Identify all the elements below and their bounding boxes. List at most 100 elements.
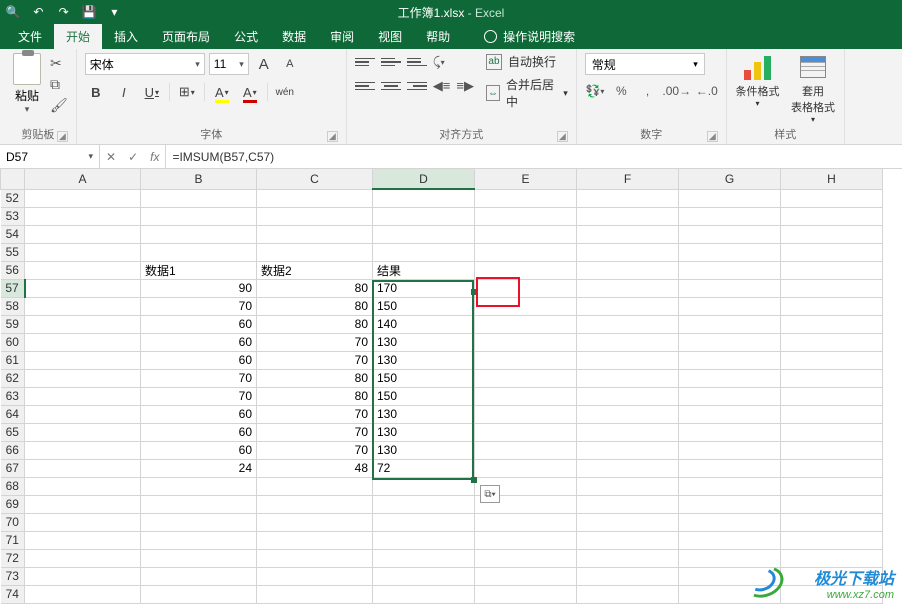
cell-F61[interactable] xyxy=(577,351,679,369)
cell-G68[interactable] xyxy=(679,477,781,495)
tab-data[interactable]: 数据 xyxy=(270,24,318,49)
cell-B54[interactable] xyxy=(141,225,257,243)
row-header-73[interactable]: 73 xyxy=(1,567,25,585)
cell-E62[interactable] xyxy=(475,369,577,387)
phonetic-button[interactable]: wén xyxy=(274,81,296,103)
cell-C64[interactable]: 70 xyxy=(257,405,373,423)
paste-button[interactable]: 粘贴 ▾ xyxy=(8,53,46,115)
cell-B59[interactable]: 60 xyxy=(141,315,257,333)
tab-file[interactable]: 文件 xyxy=(6,24,54,49)
row-header-63[interactable]: 63 xyxy=(1,387,25,405)
format-painter-icon[interactable]: 🖌 xyxy=(50,97,68,114)
copy-icon[interactable]: ⧉ xyxy=(50,76,68,93)
column-header-C[interactable]: C xyxy=(257,169,373,189)
cell-F64[interactable] xyxy=(577,405,679,423)
cell-H64[interactable] xyxy=(781,405,883,423)
cell-B66[interactable]: 60 xyxy=(141,441,257,459)
cell-A66[interactable] xyxy=(25,441,141,459)
tell-me[interactable]: 操作说明搜索 xyxy=(474,24,585,49)
cell-G61[interactable] xyxy=(679,351,781,369)
row-header-67[interactable]: 67 xyxy=(1,459,25,477)
cell-H57[interactable] xyxy=(781,279,883,297)
cell-D55[interactable] xyxy=(373,243,475,261)
cell-H56[interactable] xyxy=(781,261,883,279)
cell-A53[interactable] xyxy=(25,207,141,225)
cell-C73[interactable] xyxy=(257,567,373,585)
tab-help[interactable]: 帮助 xyxy=(414,24,462,49)
cell-A71[interactable] xyxy=(25,531,141,549)
qat-redo-icon[interactable]: ↷ xyxy=(55,3,73,21)
cell-G62[interactable] xyxy=(679,369,781,387)
cell-A65[interactable] xyxy=(25,423,141,441)
row-header-59[interactable]: 59 xyxy=(1,315,25,333)
enter-formula-icon[interactable]: ✓ xyxy=(128,150,138,164)
cell-B67[interactable]: 24 xyxy=(141,459,257,477)
cell-D60[interactable]: 130 xyxy=(373,333,475,351)
row-header-68[interactable]: 68 xyxy=(1,477,25,495)
row-header-64[interactable]: 64 xyxy=(1,405,25,423)
cell-H61[interactable] xyxy=(781,351,883,369)
tab-view[interactable]: 视图 xyxy=(366,24,414,49)
increase-indent-icon[interactable]: ≡▶ xyxy=(456,77,474,95)
cell-A62[interactable] xyxy=(25,369,141,387)
cell-A54[interactable] xyxy=(25,225,141,243)
cell-H66[interactable] xyxy=(781,441,883,459)
row-header-58[interactable]: 58 xyxy=(1,297,25,315)
row-header-74[interactable]: 74 xyxy=(1,585,25,603)
cell-F59[interactable] xyxy=(577,315,679,333)
cell-C59[interactable]: 80 xyxy=(257,315,373,333)
cell-D54[interactable] xyxy=(373,225,475,243)
cell-A70[interactable] xyxy=(25,513,141,531)
cell-F62[interactable] xyxy=(577,369,679,387)
cell-B73[interactable] xyxy=(141,567,257,585)
cell-H60[interactable] xyxy=(781,333,883,351)
align-center-icon[interactable] xyxy=(381,77,401,95)
cell-E73[interactable] xyxy=(475,567,577,585)
tab-insert[interactable]: 插入 xyxy=(102,24,150,49)
cell-D71[interactable] xyxy=(373,531,475,549)
cell-D67[interactable]: 72 xyxy=(373,459,475,477)
cell-D68[interactable] xyxy=(373,477,475,495)
column-header-B[interactable]: B xyxy=(141,169,257,189)
cell-F52[interactable] xyxy=(577,189,679,207)
cell-F70[interactable] xyxy=(577,513,679,531)
cancel-formula-icon[interactable]: ✕ xyxy=(106,150,116,164)
number-format-combo[interactable]: 常规▾ xyxy=(585,53,705,75)
tab-layout[interactable]: 页面布局 xyxy=(150,24,222,49)
row-header-55[interactable]: 55 xyxy=(1,243,25,261)
cell-H54[interactable] xyxy=(781,225,883,243)
autofill-options-button[interactable]: ⧉▾ xyxy=(480,485,500,503)
select-all-corner[interactable] xyxy=(1,169,25,189)
cell-B64[interactable]: 60 xyxy=(141,405,257,423)
underline-button[interactable]: U▾ xyxy=(141,81,163,103)
row-header-61[interactable]: 61 xyxy=(1,351,25,369)
cell-F73[interactable] xyxy=(577,567,679,585)
cell-A58[interactable] xyxy=(25,297,141,315)
cell-C54[interactable] xyxy=(257,225,373,243)
cell-D70[interactable] xyxy=(373,513,475,531)
qat-save-icon[interactable]: 💾 xyxy=(80,3,98,21)
cell-B58[interactable]: 70 xyxy=(141,297,257,315)
cell-G64[interactable] xyxy=(679,405,781,423)
cell-C69[interactable] xyxy=(257,495,373,513)
cell-E57[interactable] xyxy=(475,279,577,297)
cell-C56[interactable]: 数据2 xyxy=(257,261,373,279)
row-header-54[interactable]: 54 xyxy=(1,225,25,243)
tab-formulas[interactable]: 公式 xyxy=(222,24,270,49)
font-name-combo[interactable]: 宋体▾ xyxy=(85,53,205,75)
accounting-format-icon[interactable]: 💱▾ xyxy=(585,81,605,101)
cell-D66[interactable]: 130 xyxy=(373,441,475,459)
cell-G66[interactable] xyxy=(679,441,781,459)
cell-F57[interactable] xyxy=(577,279,679,297)
cell-B57[interactable]: 90 xyxy=(141,279,257,297)
tab-home[interactable]: 开始 xyxy=(54,24,102,49)
cell-E52[interactable] xyxy=(475,189,577,207)
cell-B53[interactable] xyxy=(141,207,257,225)
comma-format-icon[interactable]: , xyxy=(637,81,657,101)
formula-bar[interactable]: =IMSUM(B57,C57) xyxy=(166,145,902,168)
conditional-format-button[interactable]: 条件格式 ▾ xyxy=(735,53,781,108)
cell-C72[interactable] xyxy=(257,549,373,567)
cell-H70[interactable] xyxy=(781,513,883,531)
cell-E71[interactable] xyxy=(475,531,577,549)
cell-E74[interactable] xyxy=(475,585,577,603)
